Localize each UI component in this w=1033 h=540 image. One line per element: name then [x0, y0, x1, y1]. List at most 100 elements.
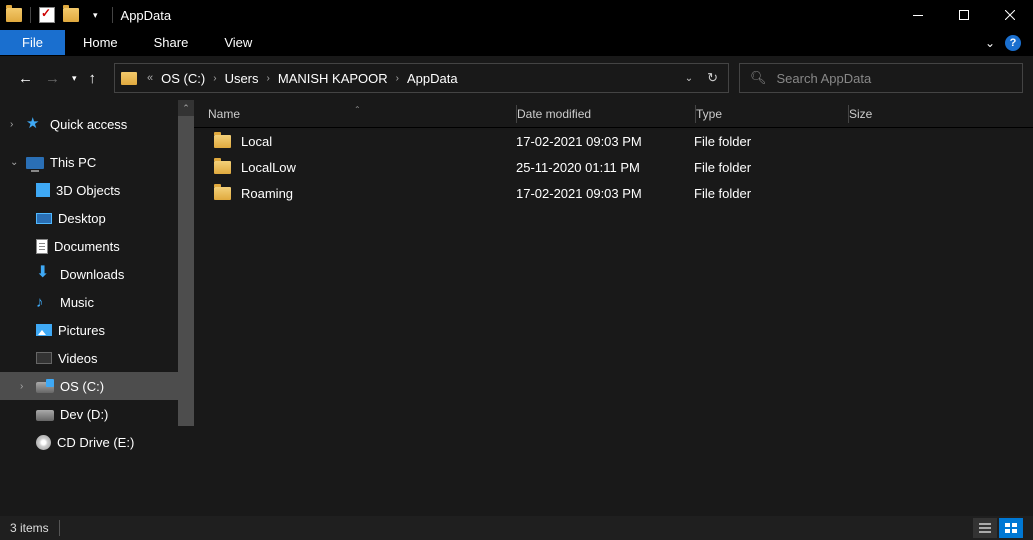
- tree-label: OS (C:): [60, 379, 104, 394]
- item-count: 3 items: [10, 521, 49, 535]
- sidebar-item-quick-access[interactable]: › ★ Quick access: [0, 110, 194, 138]
- sidebar-item-this-pc[interactable]: ⌄ This PC: [0, 148, 194, 176]
- tree-label: 3D Objects: [56, 183, 120, 198]
- view-tab[interactable]: View: [206, 30, 270, 55]
- tree-label: Quick access: [50, 117, 127, 132]
- column-headers: Name ⌃ Date modified Type Size: [194, 100, 1033, 128]
- pc-icon: [26, 157, 44, 169]
- sidebar-item-videos[interactable]: Videos: [0, 344, 194, 372]
- sidebar-item-3d-objects[interactable]: 3D Objects: [0, 176, 194, 204]
- file-tab[interactable]: File: [0, 30, 65, 55]
- share-tab[interactable]: Share: [136, 30, 207, 55]
- close-button[interactable]: [987, 0, 1033, 30]
- navigation-pane: ⌃ › ★ Quick access ⌄ This PC 3D Objects …: [0, 100, 194, 516]
- search-input[interactable]: [777, 71, 1012, 86]
- file-type: File folder: [694, 186, 846, 201]
- column-header-size[interactable]: Size: [849, 107, 1033, 121]
- file-name: Roaming: [241, 186, 293, 201]
- tree-label: Pictures: [58, 323, 105, 338]
- sidebar-item-downloads[interactable]: ⬇ Downloads: [0, 260, 194, 288]
- sidebar-item-desktop[interactable]: Desktop: [0, 204, 194, 232]
- sidebar-item-os-drive[interactable]: › OS (C:): [0, 372, 194, 400]
- sort-asc-icon: ⌃: [354, 105, 361, 114]
- tree-label: Downloads: [60, 267, 124, 282]
- back-button[interactable]: ←: [18, 70, 33, 87]
- cube-icon: [36, 183, 50, 197]
- forward-button[interactable]: →: [45, 70, 60, 87]
- star-icon: ★: [26, 116, 44, 132]
- drive-icon: [36, 410, 54, 421]
- tree-label: This PC: [50, 155, 96, 170]
- ribbon: File Home Share View ⌄ ?: [0, 30, 1033, 56]
- folder-icon: [214, 135, 231, 148]
- address-bar[interactable]: « OS (C:) › Users › MANISH KAPOOR › AppD…: [114, 63, 729, 93]
- minimize-button[interactable]: [895, 0, 941, 30]
- file-date: 17-02-2021 09:03 PM: [516, 134, 694, 149]
- history-chevron-icon[interactable]: «: [143, 72, 157, 84]
- video-icon: [36, 352, 52, 364]
- sidebar-item-cd-drive[interactable]: CD Drive (E:): [0, 428, 194, 456]
- file-type: File folder: [694, 160, 846, 175]
- cd-icon: [36, 435, 51, 450]
- chevron-right-icon[interactable]: ›: [209, 73, 220, 84]
- tree-label: Music: [60, 295, 94, 310]
- sidebar-item-music[interactable]: ♪ Music: [0, 288, 194, 316]
- sidebar-item-pictures[interactable]: Pictures: [0, 316, 194, 344]
- file-row[interactable]: Local 17-02-2021 09:03 PM File folder: [194, 128, 1033, 154]
- file-name: Local: [241, 134, 272, 149]
- recent-locations-icon[interactable]: ▾: [72, 73, 77, 84]
- expand-icon[interactable]: ›: [20, 381, 30, 392]
- desktop-icon: [36, 213, 52, 224]
- divider: [30, 7, 31, 23]
- folder-icon: [214, 187, 231, 200]
- download-icon: ⬇: [36, 266, 54, 282]
- details-view-button[interactable]: [973, 518, 997, 538]
- search-box[interactable]: 🔍︎: [739, 63, 1023, 93]
- breadcrumb-segment[interactable]: AppData: [403, 71, 462, 86]
- collapse-icon[interactable]: ⌄: [10, 157, 20, 168]
- home-tab[interactable]: Home: [65, 30, 136, 55]
- expand-icon[interactable]: ›: [10, 119, 20, 130]
- breadcrumb-segment[interactable]: OS (C:): [157, 71, 209, 86]
- file-date: 17-02-2021 09:03 PM: [516, 186, 694, 201]
- folder-icon: [121, 72, 137, 85]
- tree-label: CD Drive (E:): [57, 435, 134, 450]
- breadcrumb-segment[interactable]: MANISH KAPOOR: [274, 71, 392, 86]
- music-icon: ♪: [36, 294, 54, 310]
- folder-icon: [6, 8, 22, 22]
- tree-label: Documents: [54, 239, 120, 254]
- sidebar-item-documents[interactable]: Documents: [0, 232, 194, 260]
- file-row[interactable]: Roaming 17-02-2021 09:03 PM File folder: [194, 180, 1033, 206]
- divider: [59, 520, 60, 536]
- tree-label: Desktop: [58, 211, 106, 226]
- column-label: Name: [208, 107, 240, 121]
- maximize-button[interactable]: [941, 0, 987, 30]
- title-bar: ▾ AppData: [0, 0, 1033, 30]
- help-icon[interactable]: ?: [1005, 35, 1021, 51]
- column-header-date[interactable]: Date modified: [517, 107, 695, 121]
- properties-icon[interactable]: [39, 7, 55, 23]
- up-button[interactable]: ↑: [89, 70, 97, 87]
- drive-icon: [36, 382, 54, 393]
- address-dropdown-icon[interactable]: ⌄: [685, 73, 693, 84]
- folder-icon: [214, 161, 231, 174]
- chevron-right-icon[interactable]: ›: [392, 73, 403, 84]
- tree-label: Dev (D:): [60, 407, 108, 422]
- breadcrumb-segment[interactable]: Users: [221, 71, 263, 86]
- chevron-right-icon[interactable]: ›: [263, 73, 274, 84]
- thumbnails-view-button[interactable]: [999, 518, 1023, 538]
- status-bar: 3 items: [0, 516, 1033, 540]
- tree-label: Videos: [58, 351, 98, 366]
- window-title: AppData: [113, 8, 172, 23]
- ribbon-expand-icon[interactable]: ⌄: [985, 36, 995, 50]
- search-icon: 🔍︎: [750, 70, 767, 86]
- qat-dropdown-icon[interactable]: ▾: [87, 10, 104, 21]
- refresh-icon[interactable]: ↻: [707, 70, 718, 86]
- file-date: 25-11-2020 01:11 PM: [516, 160, 694, 175]
- column-header-name[interactable]: Name ⌃: [194, 107, 516, 121]
- file-row[interactable]: LocalLow 25-11-2020 01:11 PM File folder: [194, 154, 1033, 180]
- sidebar-item-dev-drive[interactable]: Dev (D:): [0, 400, 194, 428]
- column-header-type[interactable]: Type: [696, 107, 848, 121]
- file-type: File folder: [694, 134, 846, 149]
- pictures-icon: [36, 324, 52, 336]
